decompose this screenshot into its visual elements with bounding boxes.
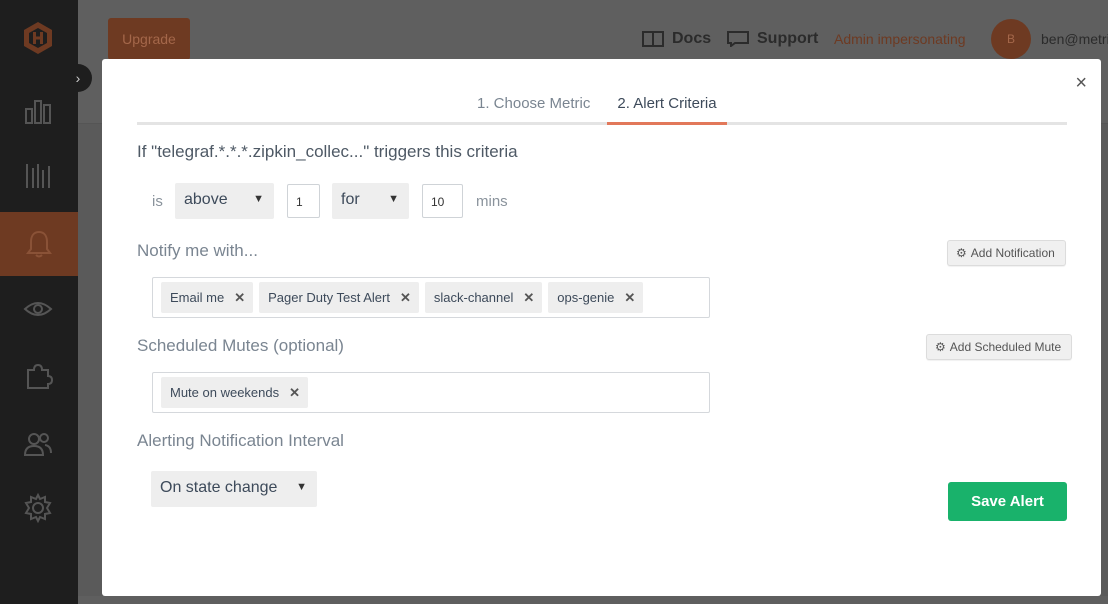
remove-tag-icon[interactable]: ✕ <box>234 290 245 306</box>
eye-icon[interactable] <box>22 293 54 325</box>
users-icon[interactable] <box>22 428 54 460</box>
gear-icon: ⚙ <box>956 246 967 260</box>
caret-down-icon: ▼ <box>296 481 307 493</box>
criteria-title: If "telegraf.*.*.*.zipkin_collec..." tri… <box>137 142 518 161</box>
remove-tag-icon[interactable]: ✕ <box>523 290 534 306</box>
logo-icon[interactable] <box>20 20 56 56</box>
tab-alert-criteria[interactable]: 2. Alert Criteria <box>607 95 727 125</box>
modal-tabs: 1. Choose Metric 2. Alert Criteria <box>137 89 1067 125</box>
user-name[interactable]: ben@metri <box>1041 31 1108 47</box>
interval-title: Alerting Notification Interval <box>137 431 344 450</box>
tag-label: slack-channel <box>433 290 514 305</box>
tag-label: Pager Duty Test Alert <box>268 290 390 305</box>
docs-label: Docs <box>672 30 712 47</box>
remove-tag-icon[interactable]: ✕ <box>289 385 300 401</box>
avatar[interactable]: B <box>991 19 1031 59</box>
interval-value: On state change <box>160 479 278 496</box>
save-alert-button[interactable]: Save Alert <box>948 482 1067 521</box>
tag-label: Email me <box>170 290 225 305</box>
add-notification-button[interactable]: ⚙ Add Notification <box>947 240 1066 266</box>
remove-tag-icon[interactable]: ✕ <box>624 290 635 306</box>
tag-label: ops-genie <box>557 290 615 305</box>
alert-modal: × 1. Choose Metric 2. Alert Criteria If … <box>102 59 1101 596</box>
add-scheduled-mute-label: Add Scheduled Mute <box>949 340 1062 354</box>
mute-tags-input[interactable]: Mute on weekends ✕ <box>152 372 710 413</box>
mins-label: mins <box>476 193 508 210</box>
add-scheduled-mute-button[interactable]: ⚙ Add Scheduled Mute <box>926 334 1073 360</box>
support-chat-icon <box>727 31 749 47</box>
remove-tag-icon[interactable]: ✕ <box>400 290 411 306</box>
sidebar <box>0 0 78 604</box>
gear-icon: ⚙ <box>935 340 946 354</box>
notification-tag: Email me ✕ <box>161 282 254 313</box>
caret-down-icon: ▼ <box>388 193 399 205</box>
upgrade-button[interactable]: Upgrade <box>108 18 190 60</box>
metrics-bars-icon[interactable] <box>22 160 54 192</box>
docs-icon <box>642 31 664 47</box>
dashboard-chart-icon[interactable] <box>22 95 54 127</box>
sidebar-toggle-button[interactable]: › <box>64 64 92 92</box>
background-content <box>78 596 1108 604</box>
mute-tag: Mute on weekends ✕ <box>161 377 309 408</box>
puzzle-icon[interactable] <box>22 360 54 392</box>
comparator-select[interactable]: above ▼ <box>175 183 274 219</box>
support-link[interactable]: Support <box>727 30 818 48</box>
threshold-input[interactable]: 1 <box>287 184 320 218</box>
notification-tag: Pager Duty Test Alert ✕ <box>259 282 419 313</box>
tag-label: Mute on weekends <box>170 385 280 400</box>
sidebar-active-alerts[interactable] <box>0 212 78 276</box>
duration-mode-value: for <box>341 191 360 208</box>
comparator-value: above <box>184 191 228 208</box>
gear-icon[interactable] <box>22 492 54 524</box>
chevron-right-icon: › <box>75 70 81 86</box>
docs-link[interactable]: Docs <box>642 30 711 48</box>
mutes-title: Scheduled Mutes (optional) <box>137 336 344 355</box>
notify-title: Notify me with... <box>137 241 258 260</box>
is-label: is <box>152 193 163 210</box>
notification-tags-input[interactable]: Email me ✕ Pager Duty Test Alert ✕ slack-c… <box>152 277 710 318</box>
caret-down-icon: ▼ <box>253 193 264 205</box>
notification-tag: ops-genie ✕ <box>548 282 644 313</box>
duration-mode-select[interactable]: for ▼ <box>332 183 409 219</box>
notification-tag: slack-channel ✕ <box>424 282 543 313</box>
bell-icon <box>26 230 52 258</box>
tab-choose-metric[interactable]: 1. Choose Metric <box>477 95 590 122</box>
support-label: Support <box>757 30 819 47</box>
admin-impersonating-label[interactable]: Admin impersonating <box>834 31 966 47</box>
close-icon[interactable]: × <box>1075 73 1087 93</box>
add-notification-label: Add Notification <box>970 246 1055 260</box>
interval-select[interactable]: On state change ▼ <box>151 471 317 507</box>
duration-input[interactable]: 10 <box>422 184 463 218</box>
